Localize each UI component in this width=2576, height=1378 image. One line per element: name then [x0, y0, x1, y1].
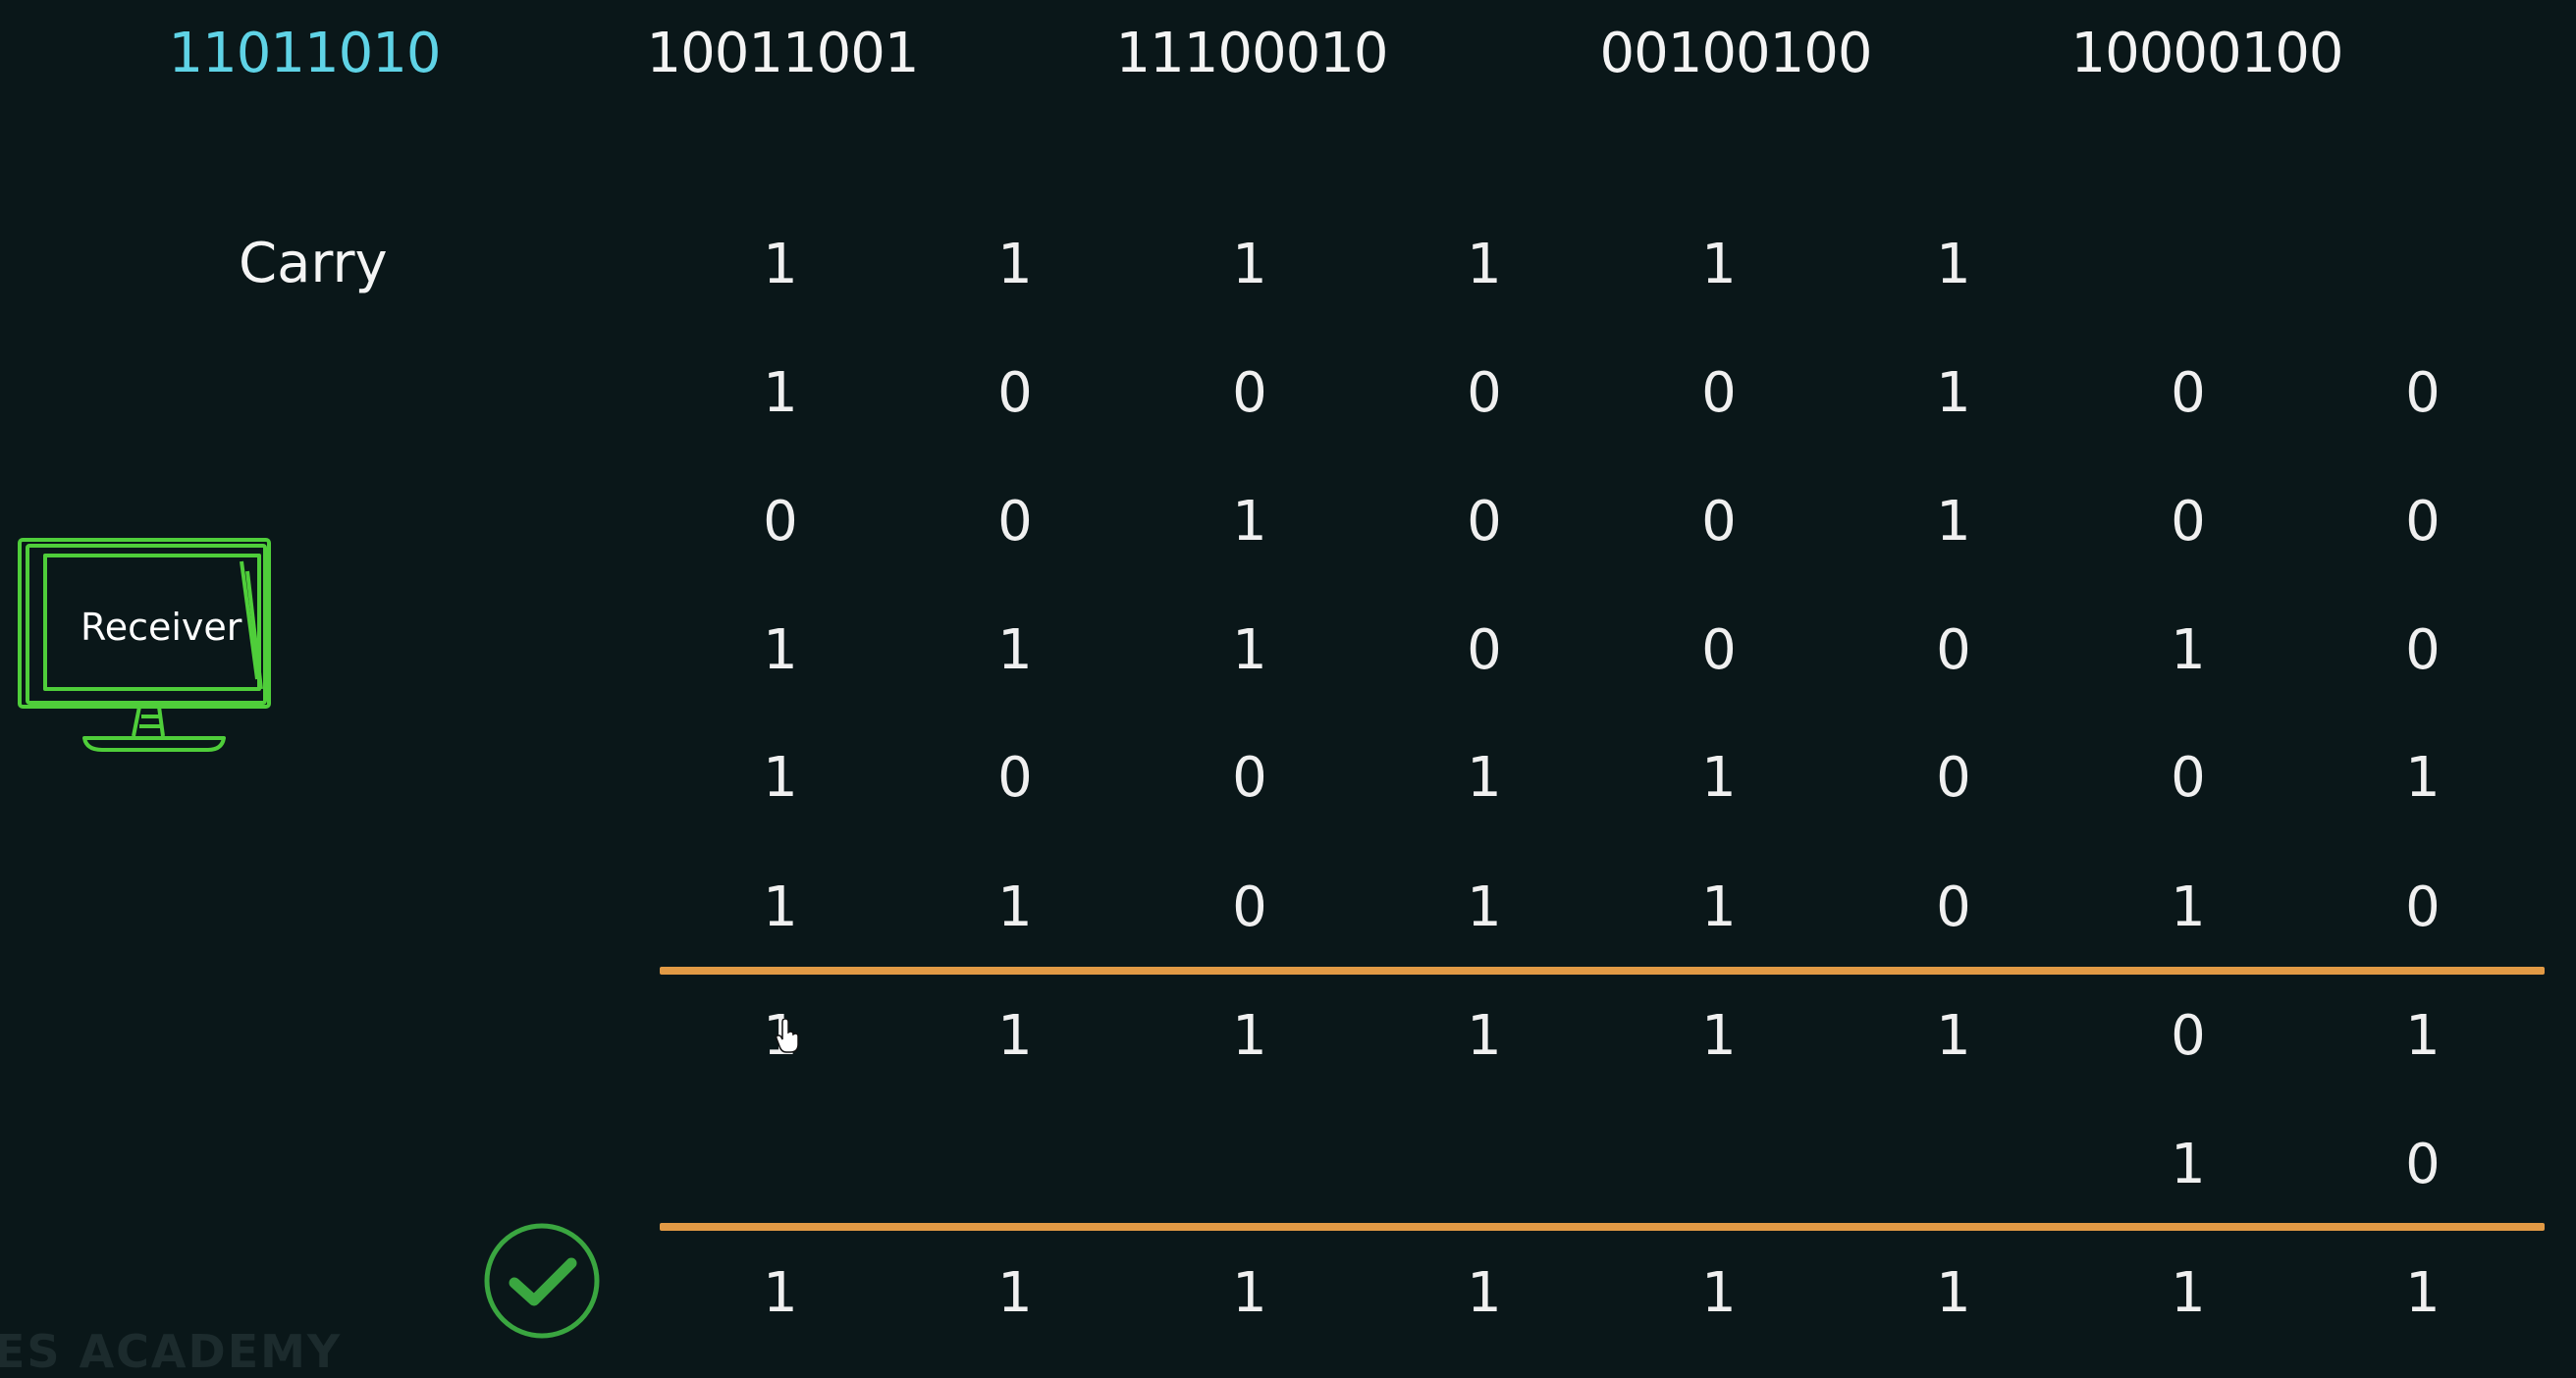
- digit-row3-col7: 1: [2171, 618, 2206, 682]
- digit-sum-col5: 1: [1701, 1004, 1737, 1068]
- digit-row4-col8: 1: [2405, 746, 2441, 810]
- digit-row1-col2: 0: [997, 361, 1033, 425]
- digit-result-col7: 1: [2171, 1261, 2206, 1325]
- checksum-slide: 11011010 10011001 11100010 00100100 1000…: [0, 0, 2576, 1378]
- digit-result-col2: 1: [997, 1261, 1033, 1325]
- digit-sum-col7: 0: [2171, 1004, 2206, 1068]
- digit-row5-col8: 0: [2405, 875, 2441, 939]
- digit-row3-col4: 0: [1467, 618, 1502, 682]
- digit-sum-col4: 1: [1467, 1004, 1502, 1068]
- digit-row5-col7: 1: [2171, 875, 2206, 939]
- digit-row2-col2: 0: [997, 490, 1033, 554]
- digit-wrap-col7: 1: [2171, 1133, 2206, 1196]
- digit-row1-col6: 1: [1936, 361, 1971, 425]
- digit-carry-col3: 1: [1232, 233, 1267, 296]
- digit-carry-col4: 1: [1467, 233, 1502, 296]
- sum-divider-line-2: [660, 1223, 2545, 1231]
- digit-carry-col2: 1: [997, 233, 1033, 296]
- digit-result-col3: 1: [1232, 1261, 1267, 1325]
- digit-row5-col4: 1: [1467, 875, 1502, 939]
- header-word-4: 00100100: [1599, 22, 1872, 85]
- digit-sum-col3: 1: [1232, 1004, 1267, 1068]
- digit-result-col4: 1: [1467, 1261, 1502, 1325]
- digit-row4-col5: 1: [1701, 746, 1737, 810]
- digit-row4-col2: 0: [997, 746, 1033, 810]
- header-word-2: 10011001: [646, 22, 919, 85]
- digit-carry-col5: 1: [1701, 233, 1737, 296]
- digit-result-col5: 1: [1701, 1261, 1737, 1325]
- digit-row4-col6: 0: [1936, 746, 1971, 810]
- receiver-label: Receiver: [80, 606, 242, 649]
- digit-row2-col7: 0: [2171, 490, 2206, 554]
- digit-row1-col8: 0: [2405, 361, 2441, 425]
- digit-row2-col4: 0: [1467, 490, 1502, 554]
- digit-row2-col3: 1: [1232, 490, 1267, 554]
- digit-row3-col8: 0: [2405, 618, 2441, 682]
- digit-carry-col1: 1: [763, 233, 798, 296]
- digit-sum-col6: 1: [1936, 1004, 1971, 1068]
- digit-row4-col3: 0: [1232, 746, 1267, 810]
- header-word-3: 11100010: [1115, 22, 1388, 85]
- digit-row3-col6: 0: [1936, 618, 1971, 682]
- sum-divider-line-1: [660, 967, 2545, 975]
- digit-result-col8: 1: [2405, 1261, 2441, 1325]
- digit-result-col6: 1: [1936, 1261, 1971, 1325]
- carry-label: Carry: [239, 232, 388, 295]
- digit-sum-col2: 1: [997, 1004, 1033, 1068]
- digit-wrap-col8: 0: [2405, 1133, 2441, 1196]
- digit-row3-col1: 1: [763, 618, 798, 682]
- check-circle-icon: [484, 1223, 600, 1339]
- digit-row1-col1: 1: [763, 361, 798, 425]
- digit-carry-col6: 1: [1936, 233, 1971, 296]
- digit-row1-col4: 0: [1467, 361, 1502, 425]
- digit-result-col1: 1: [763, 1261, 798, 1325]
- digit-row4-col4: 1: [1467, 746, 1502, 810]
- digit-row3-col3: 1: [1232, 618, 1267, 682]
- digit-row2-col1: 0: [763, 490, 798, 554]
- digit-row3-col5: 0: [1701, 618, 1737, 682]
- digit-sum-col8: 1: [2405, 1004, 2441, 1068]
- digit-row5-col3: 0: [1232, 875, 1267, 939]
- digit-row5-col2: 1: [997, 875, 1033, 939]
- digit-row3-col2: 1: [997, 618, 1033, 682]
- header-word-5: 10000100: [2070, 22, 2343, 85]
- hand-cursor-icon: [776, 1019, 799, 1053]
- digit-row1-col5: 0: [1701, 361, 1737, 425]
- digit-row2-col6: 1: [1936, 490, 1971, 554]
- digit-row1-col7: 0: [2171, 361, 2206, 425]
- digit-row4-col7: 0: [2171, 746, 2206, 810]
- digit-row5-col1: 1: [763, 875, 798, 939]
- digit-row1-col3: 0: [1232, 361, 1267, 425]
- digit-row5-col6: 0: [1936, 875, 1971, 939]
- header-word-1: 11011010: [168, 22, 441, 85]
- digit-row2-col8: 0: [2405, 490, 2441, 554]
- digit-row5-col5: 1: [1701, 875, 1737, 939]
- digit-row2-col5: 0: [1701, 490, 1737, 554]
- watermark-text: ES ACADEMY: [0, 1325, 343, 1378]
- digit-row4-col1: 1: [763, 746, 798, 810]
